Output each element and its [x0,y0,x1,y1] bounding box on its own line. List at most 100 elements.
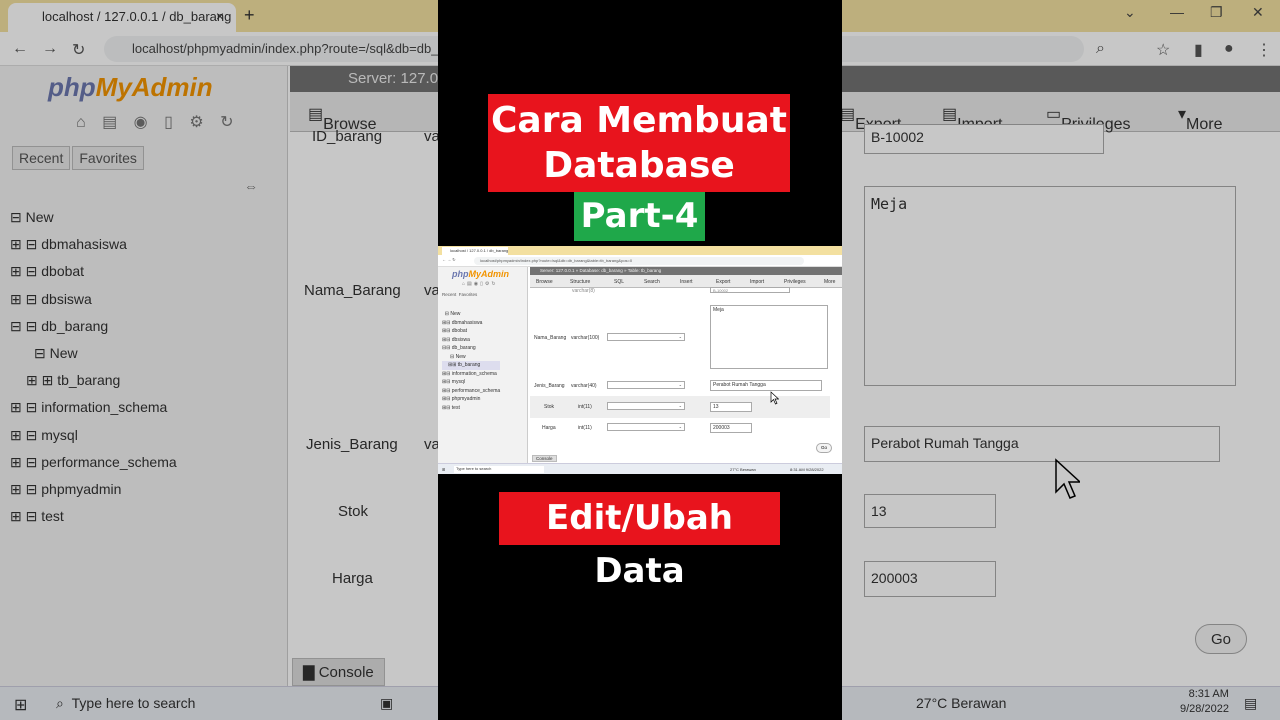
pma-logo: phpMyAdmin [48,72,213,102]
mini-cursor-icon [770,391,779,405]
tab-more[interactable]: ▾ More [1178,104,1222,133]
mini-stok-type: int(11) [578,404,592,410]
favorites-tab[interactable]: Favorites [72,146,144,170]
mini-tree-item: ⊞⊟ performance_schema [442,387,501,394]
clock[interactable]: 8:31 AM 9/28/2022 [1180,687,1229,717]
center-panel: Cara Membuat Database Mysql Part-4 local… [438,0,842,720]
tree-item[interactable]: ⊞ ⊟ phpmyadmin [10,476,177,503]
mini-id-type: varchar(8) [572,288,595,294]
title-line-1: Cara Membuat [491,100,787,141]
mini-jenis-field: Perabot Rumah Tangga [710,380,822,391]
notification-icon[interactable]: ▤ [1244,695,1257,712]
bookmark-icon[interactable]: ☆ [1156,40,1170,60]
tree-item[interactable]: ⊟ ⊟ db_barang [10,313,177,340]
restore-icon[interactable]: ❐ [1210,4,1223,21]
forward-icon[interactable]: → [42,40,58,58]
mini-tab-search: Search [644,279,660,285]
tree-item[interactable]: ⊞ ⊞ tb_barang [10,367,177,394]
stok-label: Stok [338,503,369,520]
mini-sidebar: phpMyAdmin ⌂▤◉▯⚙↻ Recent Favorites ⊟ New… [438,267,528,463]
mini-nama-type: varchar(100) [571,335,600,341]
mini-weather: 27°C Berawan [730,467,756,472]
browser-tab[interactable]: localhost / 127.0.0.1 / db_barang × [8,3,236,32]
id-label: ID_barang [312,128,383,145]
go-button[interactable]: Go [1195,624,1247,654]
title-banner: Cara Membuat Database Mysql [488,94,790,231]
db-tree: ⊟ New ⊞ ⊟ dbmahasiswa ⊞ ⊟ dbobat ⊞ ⊟ dbs… [10,204,177,530]
mini-harga-function: ⌄ [607,423,685,431]
stok-field[interactable]: 13 [864,494,996,528]
mini-go-button: Go [816,443,832,453]
mini-url: localhost/phpmyadmin/index.php?route=/sq… [474,257,804,265]
mini-stok-function: ⌄ [607,402,685,410]
mini-tab-sql: SQL [614,279,625,285]
mini-tab: localhost / 127.0.0.1 / db_barang [442,247,508,255]
tab-import[interactable]: ▤ Import [942,104,1002,133]
sidebar-icon[interactable]: ▮ [1194,40,1203,60]
sidebar-icons[interactable]: ⌂ ▤ ◉ ▯ ⚙ ↻ [76,112,240,132]
mini-id-field: B-10002 [710,287,790,293]
tree-item[interactable]: ⊞ ⊟ performance_schema [10,449,177,476]
tree-item[interactable]: ⊞ ⊟ dbobat [10,258,177,285]
harga-field[interactable]: 200003 [864,561,996,597]
nama-textarea[interactable]: Meja [864,186,1236,386]
tab-title: localhost / 127.0.0.1 / db_barang [42,9,232,24]
mini-stok-label: Stok [544,404,555,410]
menu-icon[interactable]: ⋮ [1256,40,1272,60]
mini-tab-insert: Insert [680,279,693,285]
mini-address-bar: ← → ↻ localhost/phpmyadmin/index.php?rou… [438,255,842,267]
tab-close-icon[interactable]: × [216,8,224,24]
mini-tree-item: ⊟ New [442,311,461,317]
mini-console: Console [532,455,557,462]
windows-start-icon[interactable]: ⊞ [14,695,27,715]
mini-jenis-label: Jenis_Barang [534,383,565,389]
tree-item[interactable]: ⊞ ⊟ test [10,503,177,530]
mini-tree: ⊟ New ⊞⊟ dbmahasiswa ⊞⊟ dbobat ⊞⊟ dbsisw… [442,310,501,412]
mini-tab-structure: Structure [570,279,591,285]
new-tab-icon[interactable]: + [244,5,255,26]
mini-nama-textarea: Meja [710,305,828,369]
close-window-icon[interactable]: ✕ [1252,4,1264,21]
nama-label: Nama_Barang [304,282,401,299]
taskbar-search[interactable]: ⌕ Type here to search [56,695,195,712]
mini-start-icon: ⊞ [442,467,446,472]
console-button[interactable]: ▇ Console [292,658,385,686]
tab-browse[interactable]: ▤ Browse [308,104,376,133]
tree-item[interactable]: ⊟ New [10,204,177,231]
jenis-field[interactable]: Perabot Rumah Tangga [864,426,1220,462]
mini-tab-bar: localhost / 127.0.0.1 / db_barang [438,246,842,255]
mini-tree-item: ⊞⊟ dbmahasiswa [442,319,483,326]
tree-item[interactable]: ⊞ ⊟ information_schema [10,394,177,421]
mini-tab-import: Import [750,279,765,285]
mini-tree-item: ⊞⊟ mysql [442,379,465,385]
zoom-icon[interactable]: ⌕ [1096,40,1105,58]
mini-tabs: Browse Structure SQL Search Insert Expor… [530,275,842,288]
minimize-icon[interactable]: — [1170,4,1184,20]
mini-harga-field: 200003 [710,423,752,433]
id-field[interactable]: B-10002 [864,124,1104,154]
link-icon[interactable]: ⇔ [244,178,258,194]
mini-logo: phpMyAdmin [452,269,509,279]
mini-clock: 8:31 AM 9/28/2022 [790,467,824,472]
taskbar-app-icon[interactable]: ▣ [380,695,393,712]
tree-item[interactable]: ⊟ New [10,340,177,367]
tree-item[interactable]: ⊞ ⊟ mysql [10,422,177,449]
tree-item[interactable]: ⊞ ⊟ dbmahasiswa [10,231,177,258]
mini-stok-field: 13 [710,402,752,412]
tab-privileges[interactable]: ▭ Privileges [1046,104,1130,133]
mini-tree-item: ⊟ New [450,353,466,360]
mini-jenis-type: varchar(40) [571,383,597,389]
jenis-label: Jenis_Barang [306,436,398,453]
mini-taskbar-search: Type here to search [454,466,544,473]
tab-search-icon[interactable]: ⌄ [1124,4,1136,21]
reload-icon[interactable]: ↻ [72,40,85,60]
tree-item[interactable]: ⊞ ⊟ dbsiswa [10,286,177,313]
mini-tab-more: More [824,279,836,285]
tab-export[interactable]: ▤ Export [840,104,901,133]
recent-tab[interactable]: Recent [12,146,71,170]
back-icon[interactable]: ← [12,40,28,58]
profile-icon[interactable]: ● [1224,40,1234,58]
mini-nav-icons: ← → ↻ [442,257,456,262]
weather-widget[interactable]: 27°C Berawan [916,695,1006,711]
mini-tree-item: ⊟⊟ db_barang [442,345,476,351]
